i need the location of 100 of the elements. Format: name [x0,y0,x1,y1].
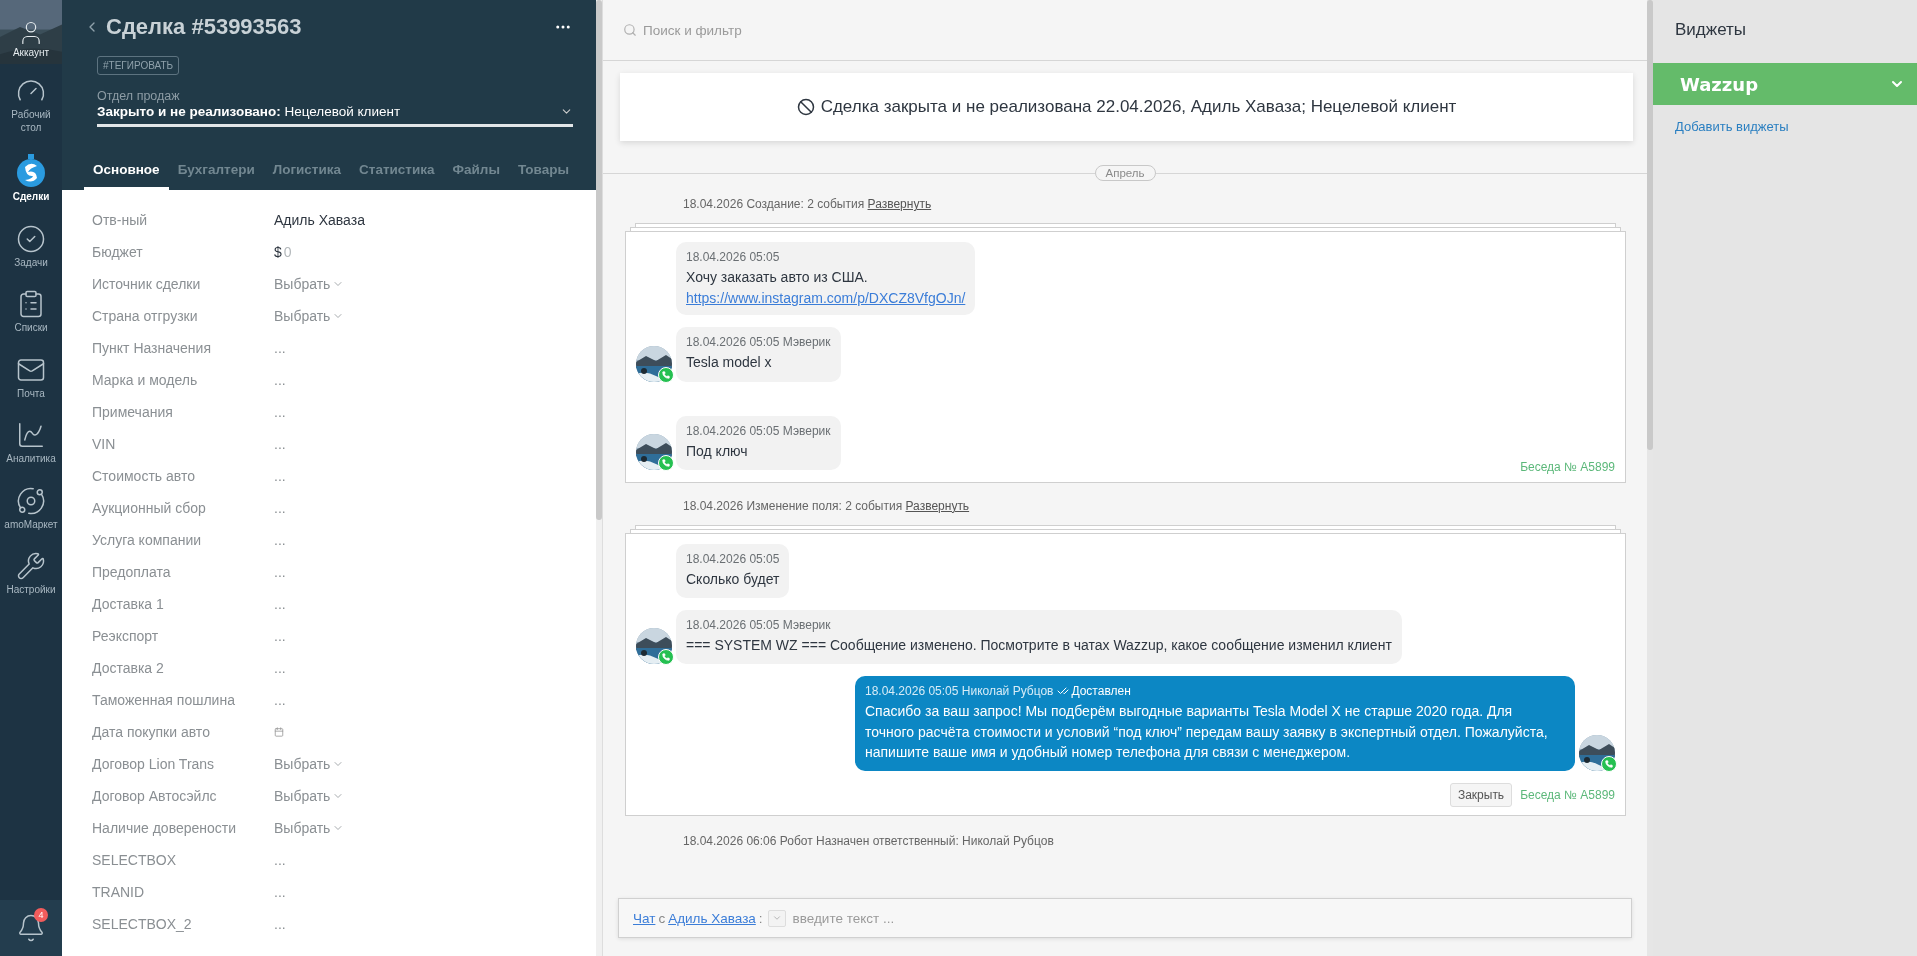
search-icon [623,23,637,37]
incoming-message: 18.04.2026 05:05 Хочу заказать авто из США. https://www.instagram.com/p/DXCZ8VfgOJn/ [676,242,976,316]
search-input[interactable]: Поиск и фильтр [641,21,1647,39]
nav-item[interactable]: Почта [0,342,62,408]
widgets-title: Виджеты [1674,19,1748,41]
field-value[interactable]: ... [274,660,286,676]
event-summary: 18.04.2026 Создание: 2 события Развернуть [683,197,933,211]
field-label: Реэкспорт [92,628,160,644]
field-value[interactable]: ... [274,884,286,900]
incoming-message: 18.04.2026 05:05 Мэверик Под ключ [676,415,841,470]
field-label: Договор Автосэйлс [92,788,218,804]
banner-text: Сделка закрыта и не реализована 22.04.2026, Адиль Хаваза; Нецелевой клиент [820,97,1457,117]
deals-icon [16,154,46,188]
field-value[interactable]: ... [274,564,286,580]
search-field[interactable]: Поиск и фильтр [603,0,1647,61]
incoming-message: 18.04.2026 05:05 Мэверик === SYSTEM WZ === Сообщение изменено. Посмотрите в чатах Wazzup, какое сообщение изменил клиент [676,610,1402,665]
field-value[interactable]: ... [274,340,286,356]
composer-text: : [758,910,763,926]
message-composer[interactable]: Чат с Адиль Хаваза : введите текст ... [618,898,1632,938]
outgoing-message: 18.04.2026 05:05 Николай Рубцов Доставлен Спасибо за ваш запрос! Мы подберём выгодные варианты Tesla Model X не старше 2020 года. Для точного расчёта стоимости и условий “под ключ” передам вашу заявку в экспертный отдел. Пожалуйста, напишите ваше имя и удобный номер телефона для связи с менеджером. [855,676,1575,772]
close-button[interactable]: Закрыть [1449,783,1513,808]
field-label: Стоимость авто [92,468,196,484]
tab[interactable]: Основное [84,162,169,190]
nav-item[interactable]: amoМаркет [0,473,62,539]
field-value[interactable]: ... [274,500,286,516]
phone-badge-icon [1601,756,1617,773]
field-label: Договор Lion Trans [92,756,216,772]
incoming-message: 18.04.2026 05:05 Сколько будет [676,543,790,599]
field-value[interactable]: ... [274,372,286,388]
field-label: Доставка 2 [92,660,165,676]
chat-link[interactable]: Чат [633,910,656,926]
select-field[interactable]: Выбрать [274,756,345,772]
nav-item[interactable]: Аналитика [0,408,62,474]
wrench-icon [16,551,46,581]
field-label: Пункт Назначения [92,340,212,356]
field-value[interactable]: ... [274,404,286,420]
add-widgets-link[interactable]: Добавить виджеты [1653,105,1917,134]
prohibited-icon [796,98,815,116]
field-value[interactable]: ... [274,628,286,644]
field-label: Бюджет [92,244,144,260]
field-value[interactable]: ... [274,468,286,484]
tag-button[interactable]: #ТЕГИРОВАТЬ [97,56,180,75]
nav-item[interactable]: Сделки [0,142,62,212]
nav-item[interactable]: Задачи [0,211,62,277]
expand-link[interactable]: Развернуть [867,197,932,211]
select-field[interactable]: Выбрать [274,788,345,804]
field-label: Доставка 1 [92,596,165,612]
calendar-icon[interactable] [274,727,284,737]
bell-icon[interactable] [16,913,46,943]
tab[interactable]: Файлы [443,162,509,190]
field-label: Аукционный сбор [92,500,207,516]
tab[interactable]: Бухгалтери [168,162,264,190]
nav-item[interactable]: Списки [0,277,62,343]
field-value[interactable]: ... [274,692,286,708]
field-label: Марка и модель [92,372,199,388]
scrollbar-thumb[interactable] [596,0,602,520]
field-label: Примечания [92,404,174,420]
chevron-down-icon [771,913,782,923]
select-field[interactable]: Выбрать [274,820,345,836]
message-input[interactable]: введите текст ... [790,909,1631,927]
phone-badge-icon [658,649,674,666]
field-label: Страна отгрузки [92,308,199,324]
field-label: Услуга компании [92,532,203,548]
select-field[interactable]: Выбрать [274,276,345,292]
field-label: Дата покупки авто [92,724,211,740]
field-label: SELECTBOX [92,852,178,868]
field-label: Отв-ный [92,212,148,228]
field-label: TRANID [92,884,146,900]
tasks-icon [16,223,46,254]
field-value[interactable]: ... [274,596,286,612]
tab[interactable]: Товары [508,162,578,190]
event-summary: 18.04.2026 Изменение поля: 2 события Развернуть [683,498,971,513]
select-field[interactable]: Выбрать [274,308,345,324]
notification-badge: 4 [34,908,48,922]
incoming-message: 18.04.2026 05:05 Мэверик Tesla model x [676,327,841,382]
contact-link[interactable]: Адиль Хаваза [668,910,756,926]
circles-icon [16,485,46,516]
message-link[interactable]: https://www.instagram.com/p/DXCZ8VfgOJn/ [686,290,966,307]
conversation-number: Беседа № A5899 [1520,459,1615,474]
field-value[interactable]: ... [274,436,286,452]
widget-header[interactable]: Wazzup [1653,63,1917,105]
nav-item[interactable]: Настройки [0,539,62,605]
tab[interactable]: Логистика [263,162,351,190]
field-value[interactable]: ... [274,852,286,868]
event-summary: 18.04.2026 06:06 Робот Назначен ответственный: Николай Рубцов [683,834,1055,849]
chart-icon [16,420,46,450]
scrollbar-thumb[interactable] [1647,0,1653,450]
expand-link[interactable]: Развернуть [905,498,970,513]
field-value[interactable]: Адиль Хаваза [274,212,365,228]
field-value[interactable]: ... [274,532,286,548]
month-divider: Апрель [1094,165,1156,181]
field-label: Предоплата [92,564,172,580]
field-value[interactable]: ... [274,916,286,932]
field-value[interactable]: $0 [274,244,292,260]
tab[interactable]: Статистика [350,162,444,190]
nav-item[interactable]: Рабочий стол [0,64,62,142]
field-label: VIN [92,436,117,452]
field-label: Таможенная пошлина [92,692,236,708]
pipeline-name: Отдел продаж [97,89,181,103]
status-select[interactable]: Закрыто и не реализовано: Нецелевой клиент [97,104,573,127]
